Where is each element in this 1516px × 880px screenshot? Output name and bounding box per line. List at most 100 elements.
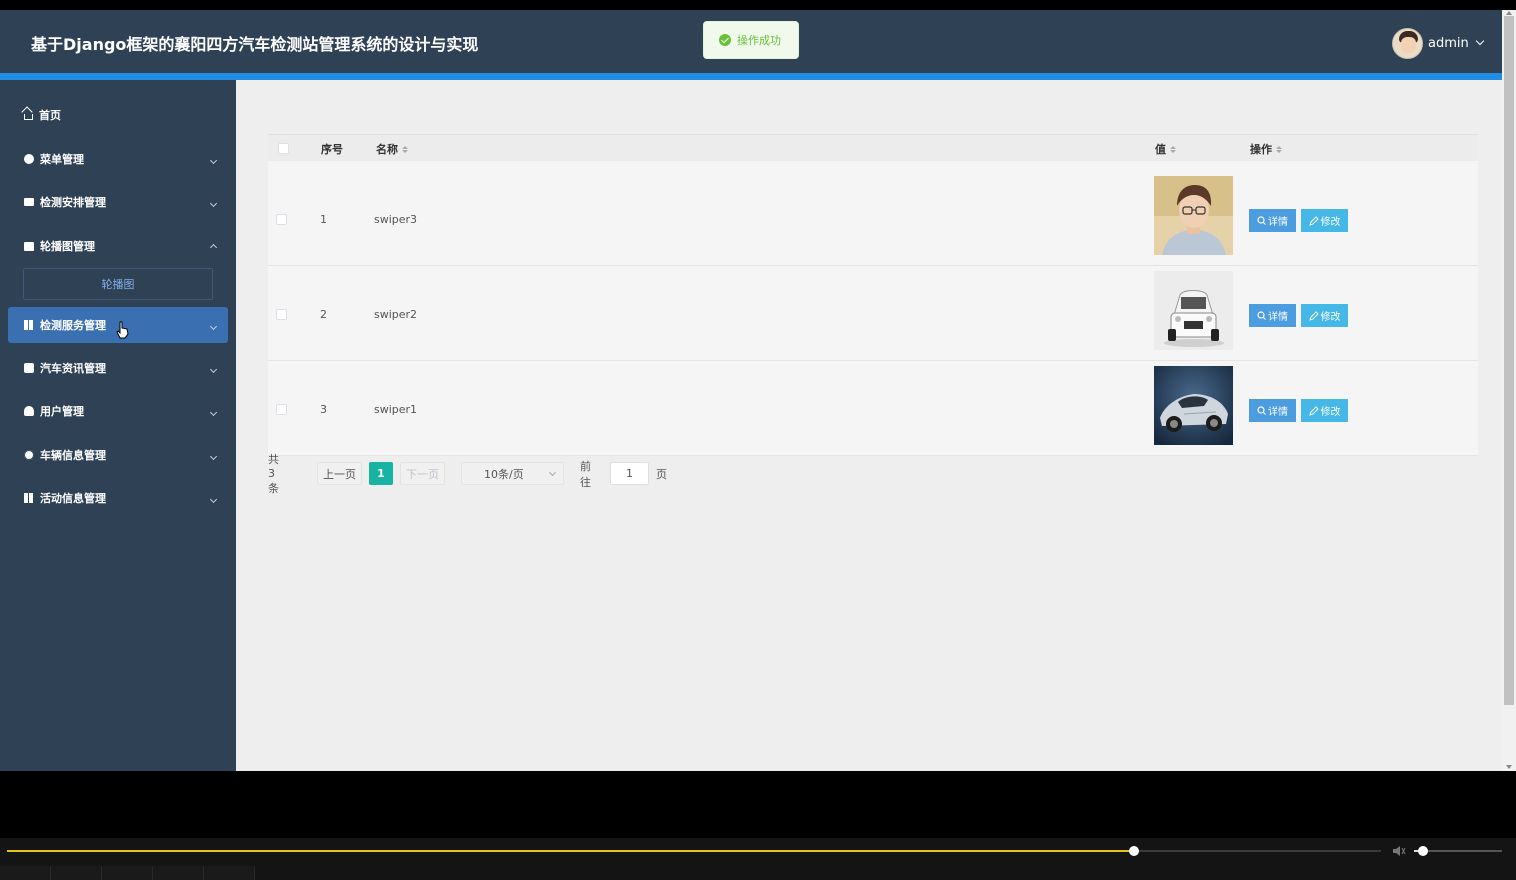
page-size-value: 10条/页	[484, 467, 524, 481]
vertical-scrollbar[interactable]	[1502, 10, 1516, 771]
sidebar-item-car-news[interactable]: 汽车资讯管理	[8, 350, 228, 386]
video-player-controls	[0, 838, 1516, 880]
chevron-down-icon	[1475, 36, 1484, 46]
sort-icon[interactable]	[1276, 145, 1282, 153]
gear-icon	[24, 450, 34, 460]
player-segment	[102, 866, 153, 880]
user-icon	[24, 406, 34, 416]
edit-button[interactable]: 修改	[1301, 399, 1348, 422]
sidebar-item-label: 活动信息管理	[40, 492, 106, 505]
app-window: 基于Django框架的襄阳四方汽车检测站管理系统的设计与实现 操作成功 admi…	[0, 10, 1516, 771]
column-header-value[interactable]: 值	[1155, 141, 1176, 157]
row-checkbox[interactable]	[276, 309, 287, 320]
seek-bar-knob[interactable]	[1128, 846, 1139, 856]
sidebar-item-home[interactable]: 首页	[8, 97, 228, 133]
user-menu[interactable]: admin	[1392, 27, 1484, 59]
goto-page-input[interactable]: 1	[610, 462, 649, 485]
sidebar-item-users[interactable]: 用户管理	[8, 393, 228, 429]
scroll-up-arrow-icon[interactable]	[1506, 11, 1512, 15]
sidebar-item-label: 用户管理	[40, 405, 84, 418]
detail-button[interactable]: 详情	[1249, 209, 1296, 232]
player-segment	[153, 866, 204, 880]
sidebar-item-inspection-schedule[interactable]: 检测安排管理	[8, 184, 228, 220]
sidebar: 首页 菜单管理 检测安排管理 轮播图管理 轮播图 检测服务管理 汽车资讯管理 用…	[0, 80, 236, 771]
column-header-index: 序号	[321, 143, 343, 156]
detail-button-label: 详情	[1268, 217, 1288, 228]
row-name: swiper3	[374, 213, 418, 226]
pencil-icon	[1308, 215, 1319, 226]
chevron-up-icon	[209, 243, 218, 251]
avatar	[1392, 27, 1423, 59]
check-circle-icon	[719, 34, 731, 46]
select-all-checkbox[interactable]	[278, 143, 289, 154]
sidebar-subitem-carousel[interactable]: 轮播图	[23, 268, 213, 300]
bag-icon	[24, 241, 34, 251]
toast-message: 操作成功	[737, 34, 781, 47]
row-index: 2	[320, 308, 327, 321]
grid-icon	[24, 493, 34, 503]
seek-bar[interactable]	[7, 846, 1381, 856]
scrollbar-thumb[interactable]	[1504, 16, 1514, 705]
player-segment	[204, 866, 255, 880]
goto-suffix: 页	[656, 467, 667, 481]
user-name: admin	[1428, 35, 1469, 51]
goto-prefix: 前往	[580, 459, 591, 489]
row-index: 1	[320, 213, 327, 226]
detail-button[interactable]: 详情	[1249, 399, 1296, 422]
player-segment	[51, 866, 102, 880]
sidebar-item-activity-info[interactable]: 活动信息管理	[8, 480, 228, 516]
column-header-actions[interactable]: 操作	[1250, 141, 1282, 157]
edit-button-label: 修改	[1320, 312, 1341, 323]
row-image-white-car[interactable]	[1154, 271, 1233, 350]
pagination-total: 共 3 条	[268, 453, 279, 495]
chevron-down-icon	[209, 322, 218, 330]
volume-slider[interactable]	[1414, 846, 1502, 856]
edit-button[interactable]: 修改	[1301, 304, 1348, 327]
sort-icon[interactable]	[402, 145, 408, 153]
page-size-select[interactable]: 10条/页	[461, 462, 564, 485]
table-row: 1 swiper3 详情 修改	[268, 171, 1478, 266]
table-row: 3 swiper1 详情 修改	[268, 361, 1478, 456]
chevron-down-icon	[548, 468, 557, 477]
app-title: 基于Django框架的襄阳四方汽车检测站管理系统的设计与实现	[31, 35, 479, 54]
puzzle-icon	[24, 363, 34, 373]
chevron-down-icon	[209, 452, 218, 460]
sidebar-item-label: 检测安排管理	[40, 196, 106, 209]
row-image-portrait[interactable]	[1154, 176, 1233, 255]
data-table: 序号 名称 值 操作 1 swiper3 详情 修改 2 swiper2 详情 …	[268, 134, 1478, 456]
success-toast: 操作成功	[703, 21, 799, 59]
row-image-sports-car[interactable]	[1154, 366, 1233, 445]
page-1-button[interactable]: 1	[369, 462, 393, 485]
edit-button[interactable]: 修改	[1301, 209, 1348, 232]
search-icon	[1257, 216, 1266, 225]
detail-button-label: 详情	[1268, 407, 1288, 418]
scroll-down-arrow-icon[interactable]	[1506, 765, 1512, 769]
sidebar-item-vehicle-info[interactable]: 车辆信息管理	[8, 437, 228, 473]
sidebar-item-label: 菜单管理	[40, 153, 84, 166]
chevron-down-icon	[209, 408, 218, 416]
edit-button-label: 修改	[1320, 407, 1341, 418]
next-page-button[interactable]: 下一页	[400, 462, 445, 485]
volume-slider-knob[interactable]	[1417, 846, 1428, 856]
top-header: 基于Django框架的襄阳四方汽车检测站管理系统的设计与实现 操作成功 admi…	[0, 10, 1502, 73]
circle-icon	[24, 154, 34, 164]
search-icon	[1257, 406, 1266, 415]
table-header: 序号 名称 值 操作	[268, 134, 1478, 161]
detail-button[interactable]: 详情	[1249, 304, 1296, 327]
volume-icon[interactable]	[1392, 844, 1406, 858]
row-checkbox[interactable]	[276, 214, 287, 225]
sort-icon[interactable]	[1170, 145, 1176, 153]
chevron-down-icon	[209, 156, 218, 164]
column-header-name[interactable]: 名称	[376, 141, 408, 157]
sidebar-item-label: 轮播图管理	[40, 240, 95, 253]
table-row: 2 swiper2 详情 修改	[268, 266, 1478, 361]
player-segment	[0, 866, 51, 880]
sidebar-item-carousel-management[interactable]: 轮播图管理	[8, 228, 228, 264]
screen: 基于Django框架的襄阳四方汽车检测站管理系统的设计与实现 操作成功 admi…	[0, 0, 1516, 880]
search-icon	[1257, 311, 1266, 320]
prev-page-button[interactable]: 上一页	[317, 462, 362, 485]
row-checkbox[interactable]	[276, 404, 287, 415]
grid-icon	[24, 320, 34, 330]
header-accent-stripe	[0, 73, 1502, 80]
sidebar-item-menu-management[interactable]: 菜单管理	[8, 141, 228, 177]
